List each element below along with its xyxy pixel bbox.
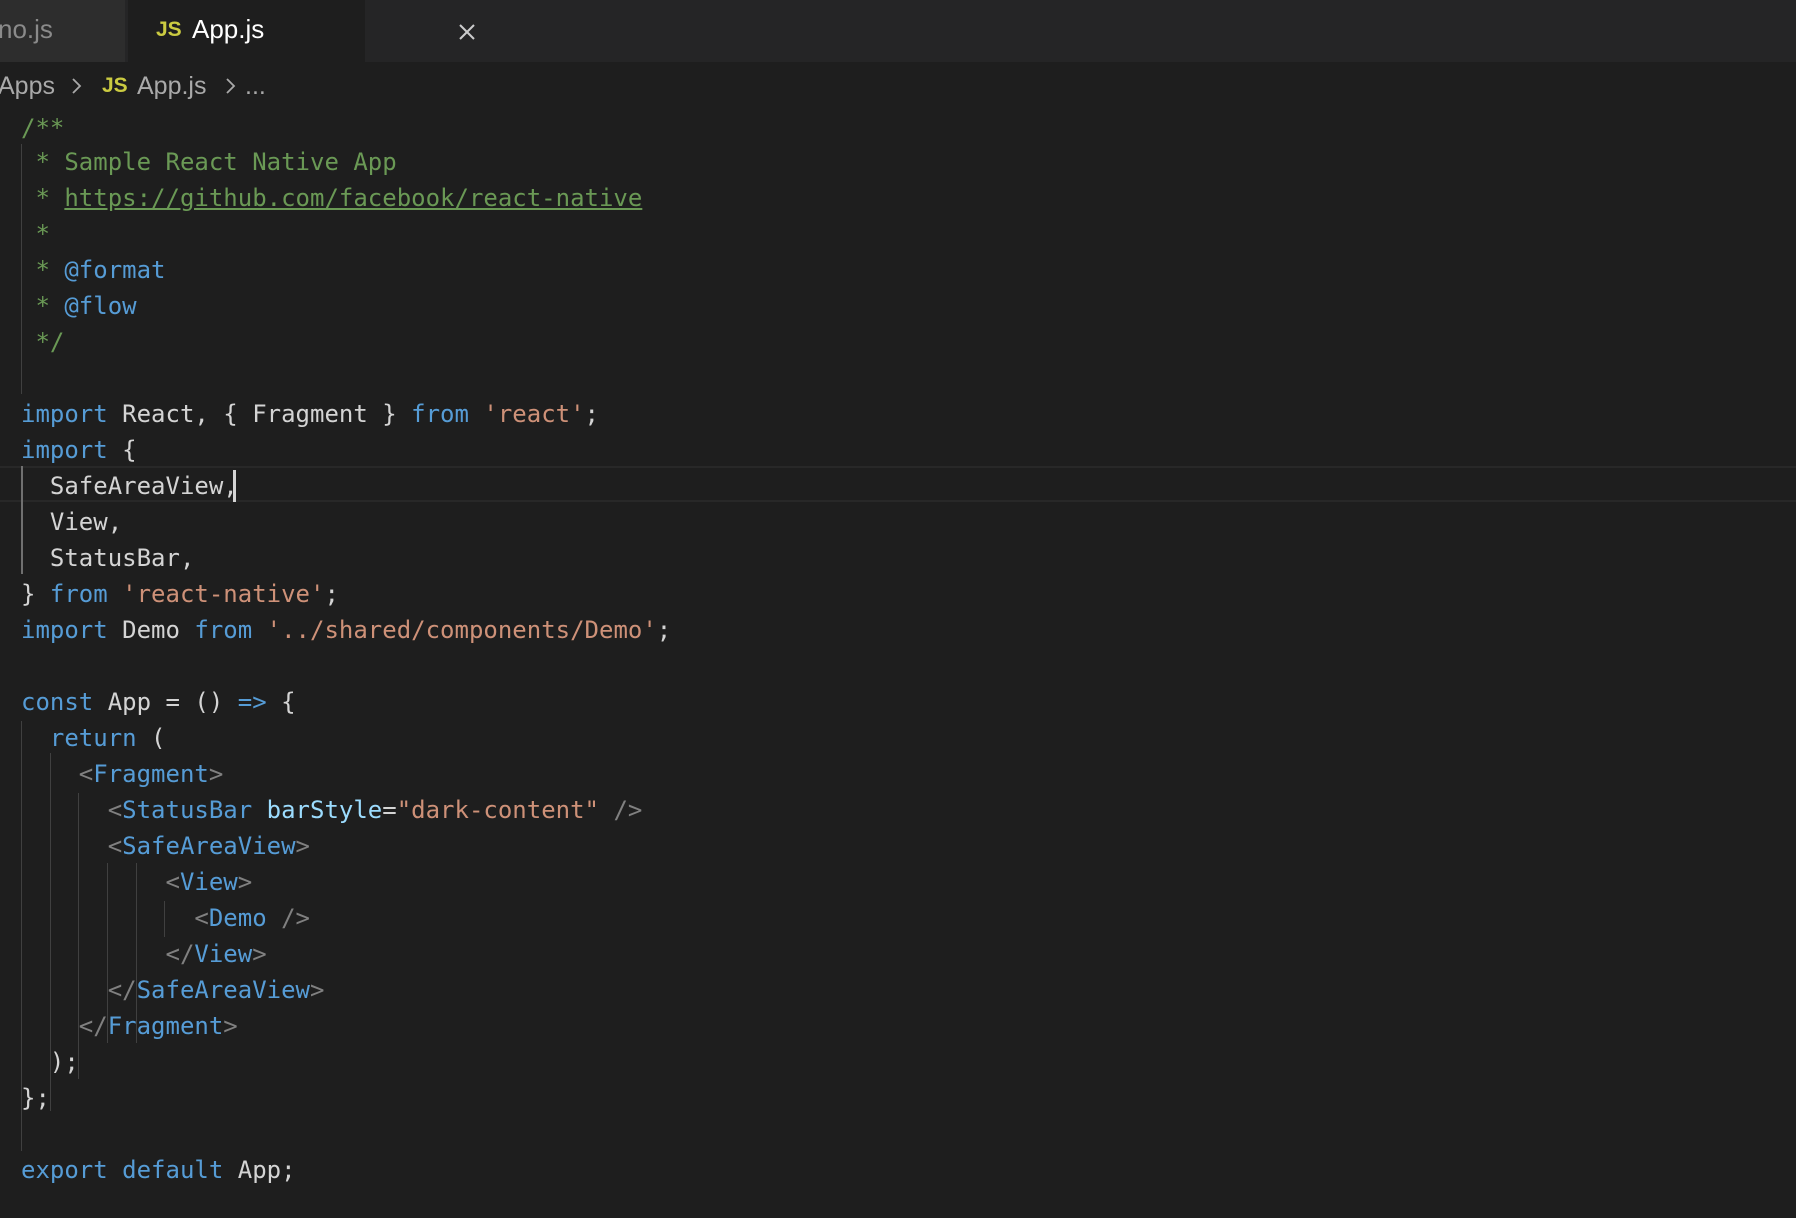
code-line: View, (21, 508, 123, 536)
code-line: } from 'react-native'; (21, 580, 339, 608)
code-line: <View> (165, 868, 253, 896)
code-line: * https://github.com/facebook/react-nati… (21, 184, 643, 212)
breadcrumb-more[interactable]: ... (245, 66, 266, 106)
code-line: import { (21, 436, 137, 464)
code-line: const App = () => { (21, 688, 296, 716)
code-line: <StatusBar barStyle="dark-content" /> (107, 796, 643, 824)
code-line: export default App; (21, 1156, 296, 1184)
code-line: ); (49, 1048, 79, 1076)
javascript-file-icon: JS (156, 18, 182, 41)
tab-app-js[interactable]: JS App.js (128, 0, 475, 62)
tab-demo-js[interactable]: no.js (0, 0, 126, 62)
current-line-highlight (0, 466, 1796, 502)
code-line: </View> (165, 940, 267, 968)
tab-bar: no.js JS App.js (0, 0, 1796, 62)
code-line: </Fragment> (78, 1012, 238, 1040)
breadcrumb-file[interactable]: App.js (137, 66, 206, 106)
code-line: StatusBar, (21, 544, 195, 572)
text-cursor (233, 470, 236, 502)
code-line: * @flow (21, 292, 137, 320)
code-line: * Sample React Native App (21, 148, 397, 176)
code-line-current: SafeAreaView, (21, 472, 238, 500)
code-editor[interactable]: /** * Sample React Native App * https://… (0, 108, 1796, 1218)
javascript-file-icon: JS (102, 74, 128, 97)
tab-label: no.js (0, 14, 53, 44)
breadcrumb: Apps JS App.js ... (0, 66, 1796, 106)
code-line: <SafeAreaView> (107, 832, 310, 860)
code-line: * (21, 220, 50, 248)
code-line: </SafeAreaView> (107, 976, 325, 1004)
code-line: * @format (21, 256, 166, 284)
code-line: import React, { Fragment } from 'react'; (21, 400, 599, 428)
url-link[interactable]: https://github.com/facebook/react-native (64, 184, 642, 212)
code-line: */ (21, 328, 65, 356)
code-line: /** (21, 114, 65, 142)
code-line: return ( (49, 724, 166, 752)
close-icon[interactable] (450, 15, 484, 49)
code-line: <Fragment> (78, 760, 224, 788)
code-line: <Demo /> (194, 904, 310, 932)
breadcrumb-folder[interactable]: Apps (0, 66, 55, 106)
tab-label: App.js (192, 14, 265, 44)
code-line: import Demo from '../shared/components/D… (21, 616, 672, 644)
code-line: }; (21, 1084, 50, 1112)
